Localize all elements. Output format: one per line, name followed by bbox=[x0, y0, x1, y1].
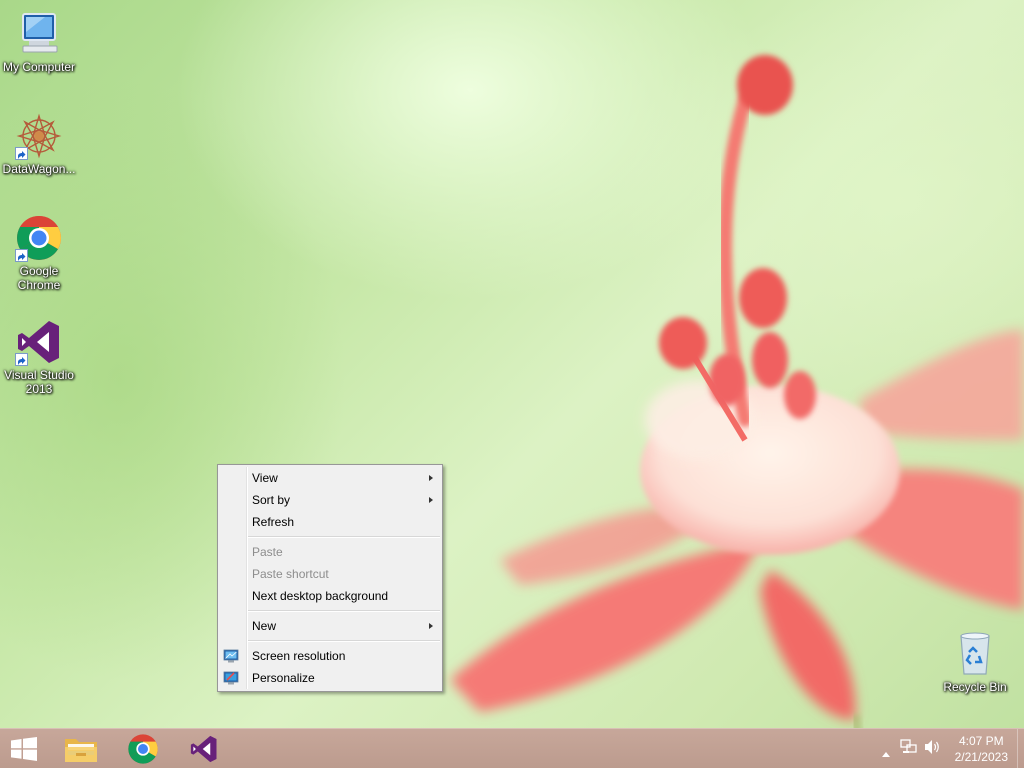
volume-icon[interactable] bbox=[924, 739, 942, 760]
personalize-icon bbox=[223, 670, 239, 686]
desktop[interactable]: My Computer DataWagon... Google Chrome V… bbox=[0, 0, 1024, 768]
menu-item-new[interactable]: New bbox=[218, 615, 442, 637]
chrome-icon bbox=[127, 733, 159, 768]
desktop-icon-my-computer[interactable]: My Computer bbox=[0, 10, 78, 74]
menu-item-paste-shortcut[interactable]: Paste shortcut bbox=[218, 563, 442, 585]
menu-separator bbox=[248, 610, 440, 612]
datawagon-icon bbox=[15, 112, 63, 160]
desktop-context-menu: View Sort by Refresh Paste Paste shortcu… bbox=[217, 464, 443, 692]
shortcut-arrow-icon bbox=[15, 249, 28, 262]
show-desktop-button[interactable] bbox=[1017, 729, 1024, 768]
menu-item-label: Screen resolution bbox=[252, 649, 346, 663]
menu-item-label: Refresh bbox=[252, 515, 295, 529]
desktop-icon-label: My Computer bbox=[2, 60, 76, 74]
wallpaper-flower-image bbox=[450, 55, 1024, 768]
menu-item-paste[interactable]: Paste bbox=[218, 541, 442, 563]
shortcut-arrow-icon bbox=[15, 353, 28, 366]
taskbar-chrome-button[interactable] bbox=[116, 729, 170, 768]
visual-studio-icon bbox=[189, 734, 219, 768]
desktop-icon-label: Visual Studio 2013 bbox=[4, 368, 74, 396]
show-hidden-icons-icon[interactable] bbox=[882, 744, 890, 762]
recycle-bin-icon bbox=[951, 630, 999, 678]
windows-logo-icon bbox=[11, 737, 37, 766]
submenu-arrow-icon bbox=[429, 623, 433, 629]
monitor-icon bbox=[223, 648, 239, 664]
chrome-icon bbox=[15, 214, 63, 262]
desktop-icon-datawagon[interactable]: DataWagon... bbox=[0, 112, 78, 176]
menu-item-label: Paste shortcut bbox=[252, 567, 329, 581]
taskbar: 4:07 PM 2/21/2023 bbox=[0, 728, 1024, 768]
desktop-icon-label: Recycle Bin bbox=[943, 680, 1007, 694]
menu-item-screen-resolution[interactable]: Screen resolution bbox=[218, 645, 442, 667]
menu-separator bbox=[248, 640, 440, 642]
taskbar-clock[interactable]: 4:07 PM 2/21/2023 bbox=[955, 733, 1008, 765]
desktop-icon-recycle-bin[interactable]: Recycle Bin bbox=[936, 630, 1014, 694]
menu-item-label: Paste bbox=[252, 545, 283, 559]
menu-item-label: View bbox=[252, 471, 278, 485]
menu-item-next-desktop-background[interactable]: Next desktop background bbox=[218, 585, 442, 607]
start-button[interactable] bbox=[0, 729, 54, 768]
menu-separator bbox=[248, 536, 440, 538]
menu-item-view[interactable]: View bbox=[218, 467, 442, 489]
visual-studio-icon bbox=[15, 318, 63, 366]
menu-item-label: Personalize bbox=[252, 671, 315, 685]
computer-icon bbox=[15, 10, 63, 58]
submenu-arrow-icon bbox=[429, 497, 433, 503]
desktop-icon-label: Google Chrome bbox=[17, 264, 61, 292]
menu-item-sort-by[interactable]: Sort by bbox=[218, 489, 442, 511]
clock-time: 4:07 PM bbox=[958, 734, 1004, 748]
menu-item-label: Sort by bbox=[252, 493, 291, 507]
taskbar-visual-studio-button[interactable] bbox=[178, 729, 232, 768]
taskbar-file-explorer-button[interactable] bbox=[54, 729, 108, 768]
desktop-icon-label: DataWagon... bbox=[2, 162, 76, 176]
menu-item-label: Next desktop background bbox=[252, 589, 389, 603]
submenu-arrow-icon bbox=[429, 475, 433, 481]
shortcut-arrow-icon bbox=[15, 147, 28, 160]
network-icon[interactable] bbox=[900, 739, 918, 760]
system-tray: 4:07 PM 2/21/2023 bbox=[864, 729, 1024, 768]
desktop-icon-visual-studio[interactable]: Visual Studio 2013 bbox=[0, 318, 78, 396]
clock-date: 2/21/2023 bbox=[954, 750, 1008, 764]
folder-icon bbox=[64, 734, 98, 768]
menu-item-refresh[interactable]: Refresh bbox=[218, 511, 442, 533]
desktop-icon-google-chrome[interactable]: Google Chrome bbox=[0, 214, 78, 292]
menu-item-personalize[interactable]: Personalize bbox=[218, 667, 442, 689]
menu-item-label: New bbox=[252, 619, 277, 633]
